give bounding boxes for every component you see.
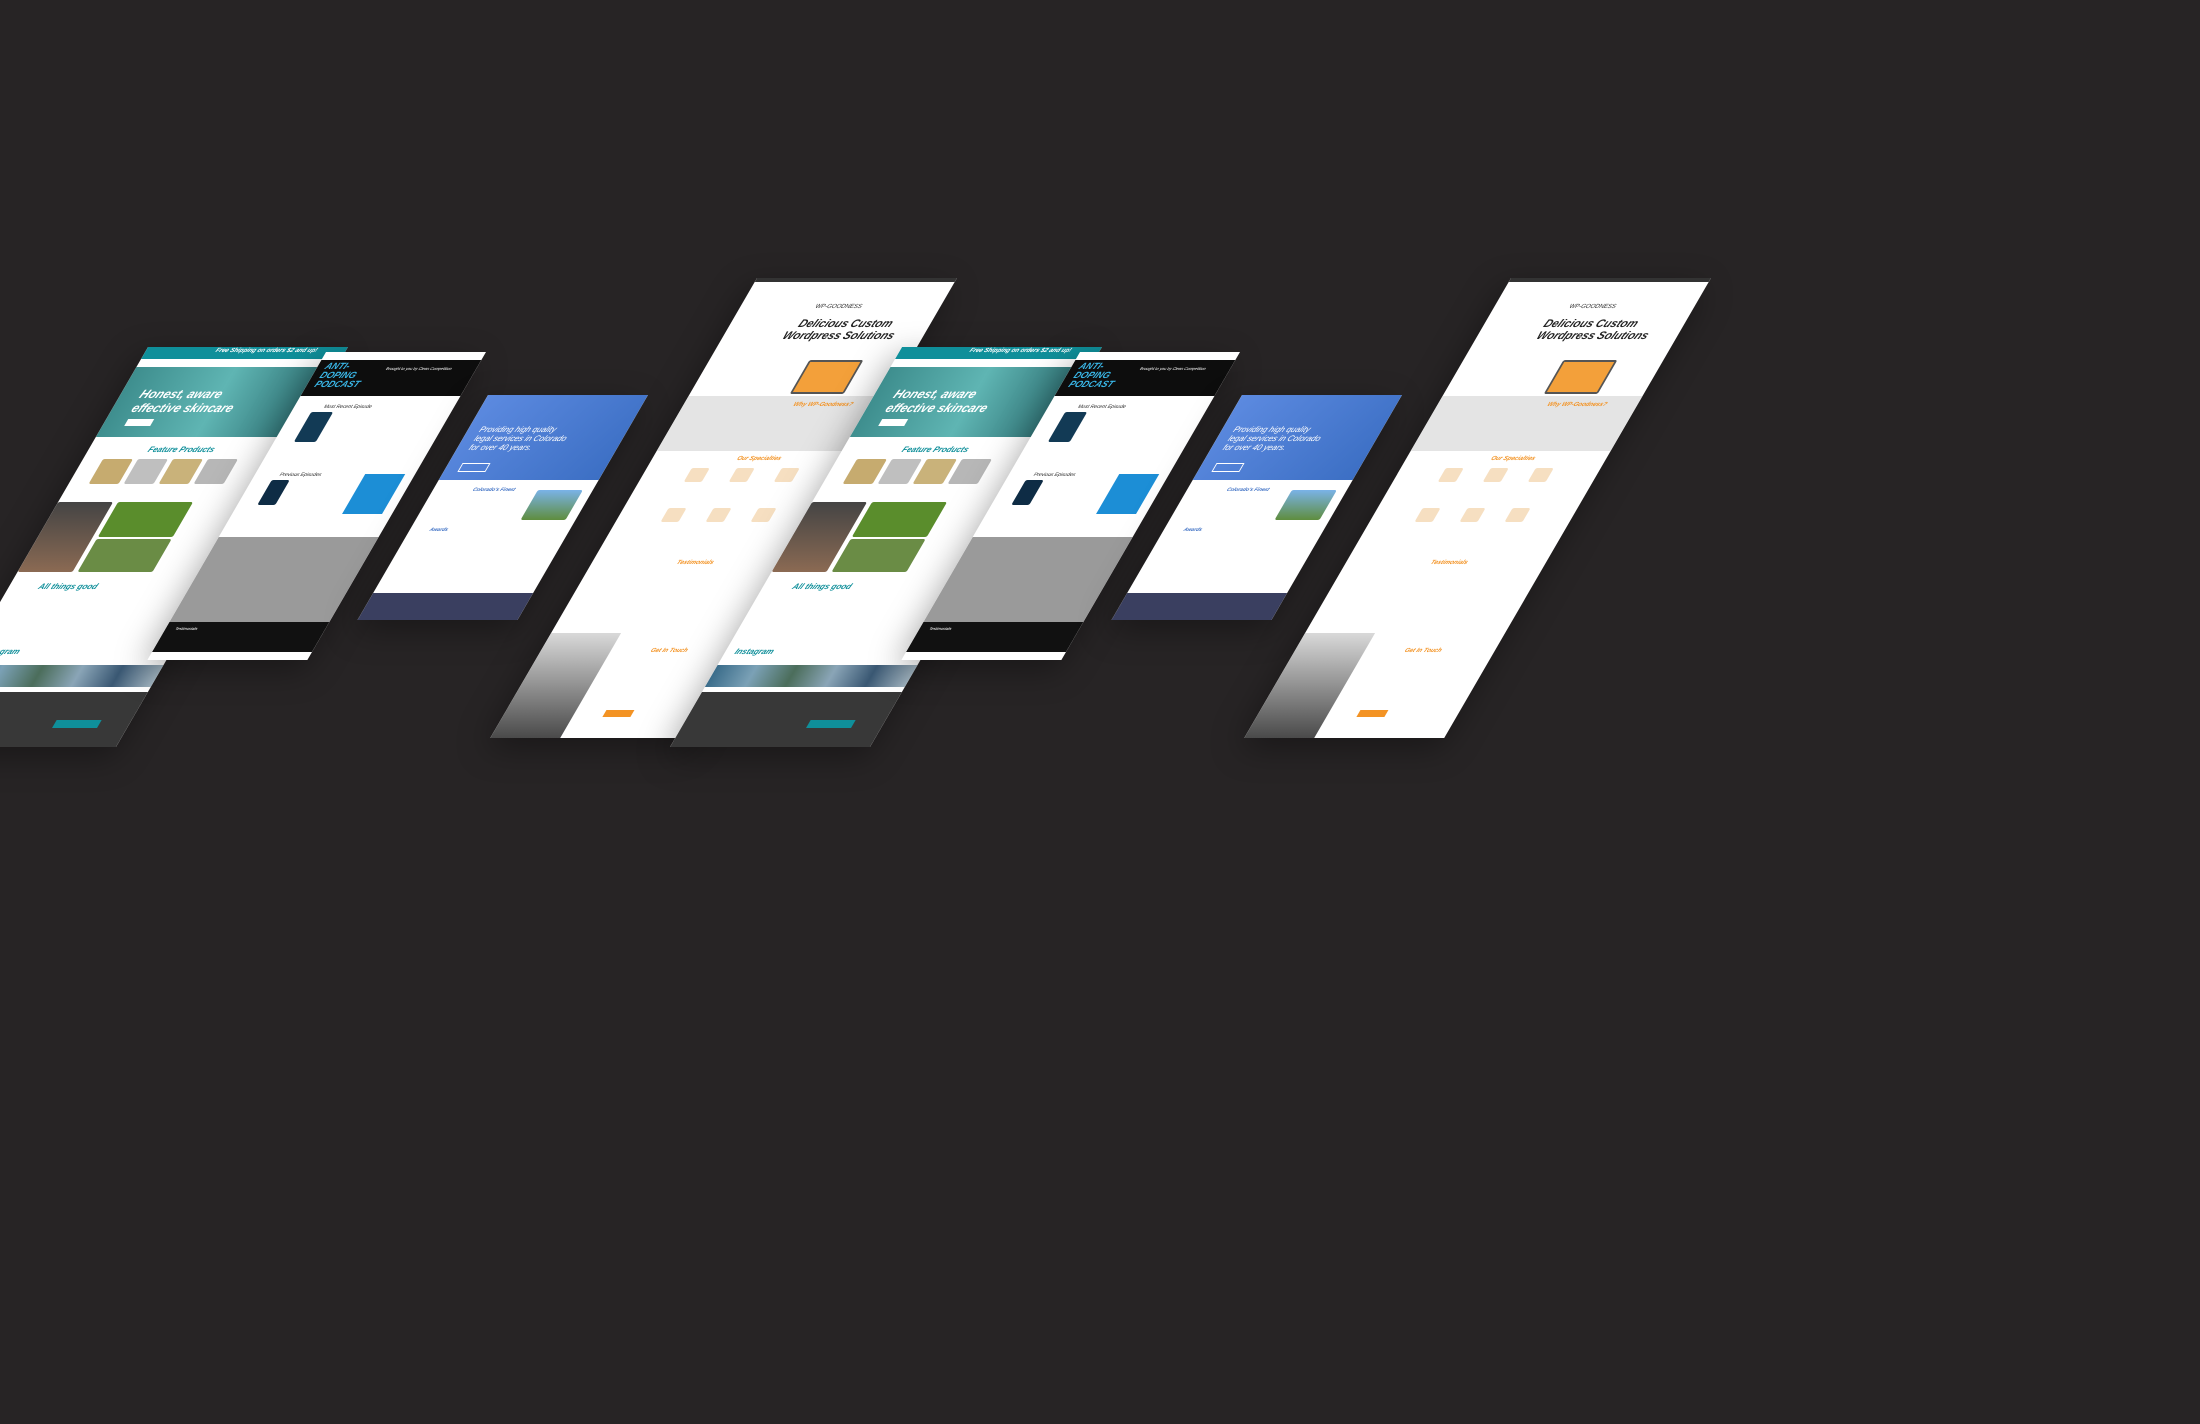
- testimonials-heading: Testimonials: [674, 560, 715, 566]
- specialty-icon: [1459, 508, 1486, 522]
- shop-now-button[interactable]: [124, 419, 155, 426]
- subscribe-widget[interactable]: [342, 474, 406, 514]
- specialty-icon: [1482, 468, 1509, 482]
- podcast-title: ANTI- DOPING PODCAST: [312, 361, 363, 389]
- nature-image: [851, 502, 948, 537]
- contact-heading: Get In Touch: [1402, 648, 1443, 654]
- podcast-hero: ANTI- DOPING PODCAST Brought to you by C…: [300, 360, 482, 396]
- podcast-footer: Testimonials: [906, 622, 1084, 652]
- feature-heading: Feature Products: [145, 445, 217, 454]
- footer-heading: Testimonials: [928, 626, 954, 631]
- instagram-heading: Instagram: [732, 647, 777, 656]
- mountain-photo: [520, 490, 583, 520]
- about-heading: Colorado's Finest: [471, 487, 517, 493]
- shipping-banner: Free Shipping on orders $2 and up!: [895, 347, 1102, 359]
- specialty-icon: [660, 508, 687, 522]
- awards-heading: Awards: [427, 527, 450, 533]
- footer: [0, 692, 148, 747]
- recent-heading: Most Recent Episode: [1076, 404, 1128, 410]
- legal-hero: Providing high quality legal services in…: [438, 395, 648, 480]
- specialty-icon: [773, 468, 800, 482]
- previous-heading: Previous Episodes: [1031, 472, 1077, 478]
- why-heading: Why WP-Goodness?: [1545, 402, 1609, 408]
- footer-heading: Testimonials: [174, 626, 200, 631]
- send-message-button[interactable]: [1356, 710, 1389, 717]
- wp-top-bar: [1508, 278, 1711, 282]
- podcast-title: ANTI- DOPING PODCAST: [1066, 361, 1117, 389]
- subscribe-button[interactable]: [806, 720, 856, 728]
- specialty-icon: [1527, 468, 1554, 482]
- specialty-icon: [683, 468, 710, 482]
- episode-artwork: [1047, 412, 1088, 442]
- nature-image: [77, 539, 172, 572]
- specialty-icon: [1414, 508, 1441, 522]
- testimonials-heading: Testimonials: [1428, 560, 1469, 566]
- podcast-footer: Testimonials: [152, 622, 330, 652]
- podcast-hero: ANTI- DOPING PODCAST Brought to you by C…: [1054, 360, 1236, 396]
- subscribe-widget[interactable]: [1096, 474, 1160, 514]
- previous-heading: Previous Episodes: [277, 472, 323, 478]
- shop-now-button[interactable]: [878, 419, 909, 426]
- banner-text: Free Shipping on orders $2 and up!: [213, 348, 319, 354]
- wp-brand: WP-GOODNESS: [1567, 304, 1618, 310]
- wp-top-bar: [754, 278, 957, 282]
- shipping-banner: Free Shipping on orders $2 and up!: [141, 347, 348, 359]
- wp-contact-photo: [1244, 633, 1376, 738]
- all-things-heading: All things good: [790, 582, 854, 591]
- send-message-button[interactable]: [602, 710, 635, 717]
- instagram-strip: [704, 665, 918, 687]
- hero-title: Honest, aware effective skincare: [882, 387, 992, 415]
- footer: [670, 692, 902, 747]
- podcast-subtitle: Brought to you by Clean Competition: [384, 366, 454, 371]
- hero-title: Honest, aware effective skincare: [128, 387, 238, 415]
- subscribe-button[interactable]: [52, 720, 102, 728]
- podcast-subtitle: Brought to you by Clean Competition: [1138, 366, 1208, 371]
- specialty-icon: [1504, 508, 1531, 522]
- specialty-icon: [728, 468, 755, 482]
- wp-why-section: Why WP-Goodness?: [1410, 396, 1643, 451]
- instagram-strip: [0, 665, 164, 687]
- legal-footer: [1111, 593, 1288, 620]
- specialties-heading: Our Specialties: [1489, 456, 1537, 462]
- get-in-touch-button[interactable]: [457, 463, 491, 472]
- laptop-image: [1543, 360, 1618, 394]
- about-heading: Colorado's Finest: [1225, 487, 1271, 493]
- episode-artwork: [257, 480, 290, 505]
- legal-hero-text: Providing high quality legal services in…: [466, 425, 569, 452]
- specialty-icon: [750, 508, 777, 522]
- specialty-icon: [705, 508, 732, 522]
- wp-contact-photo: [490, 633, 622, 738]
- specialties-heading: Our Specialties: [735, 456, 783, 462]
- contact-heading: Get In Touch: [648, 648, 689, 654]
- laptop-image: [789, 360, 864, 394]
- why-heading: Why WP-Goodness?: [791, 402, 855, 408]
- feature-heading: Feature Products: [899, 445, 971, 454]
- all-things-heading: All things good: [36, 582, 100, 591]
- specialty-icon: [1437, 468, 1464, 482]
- legal-footer: [357, 593, 534, 620]
- nature-image: [831, 539, 926, 572]
- episode-artwork: [293, 412, 334, 442]
- wp-brand: WP-GOODNESS: [813, 304, 864, 310]
- nature-image: [97, 502, 194, 537]
- get-in-touch-button[interactable]: [1211, 463, 1245, 472]
- awards-heading: Awards: [1181, 527, 1204, 533]
- episode-artwork: [1011, 480, 1044, 505]
- wp-hero-title: Delicious Custom Wordpress Solutions: [779, 318, 898, 342]
- instagram-heading: Instagram: [0, 647, 23, 656]
- mountain-photo: [1274, 490, 1337, 520]
- recent-heading: Most Recent Episode: [322, 404, 374, 410]
- legal-hero: Providing high quality legal services in…: [1192, 395, 1402, 480]
- legal-hero-text: Providing high quality legal services in…: [1220, 425, 1323, 452]
- banner-text: Free Shipping on orders $2 and up!: [967, 348, 1073, 354]
- wp-hero-title: Delicious Custom Wordpress Solutions: [1533, 318, 1652, 342]
